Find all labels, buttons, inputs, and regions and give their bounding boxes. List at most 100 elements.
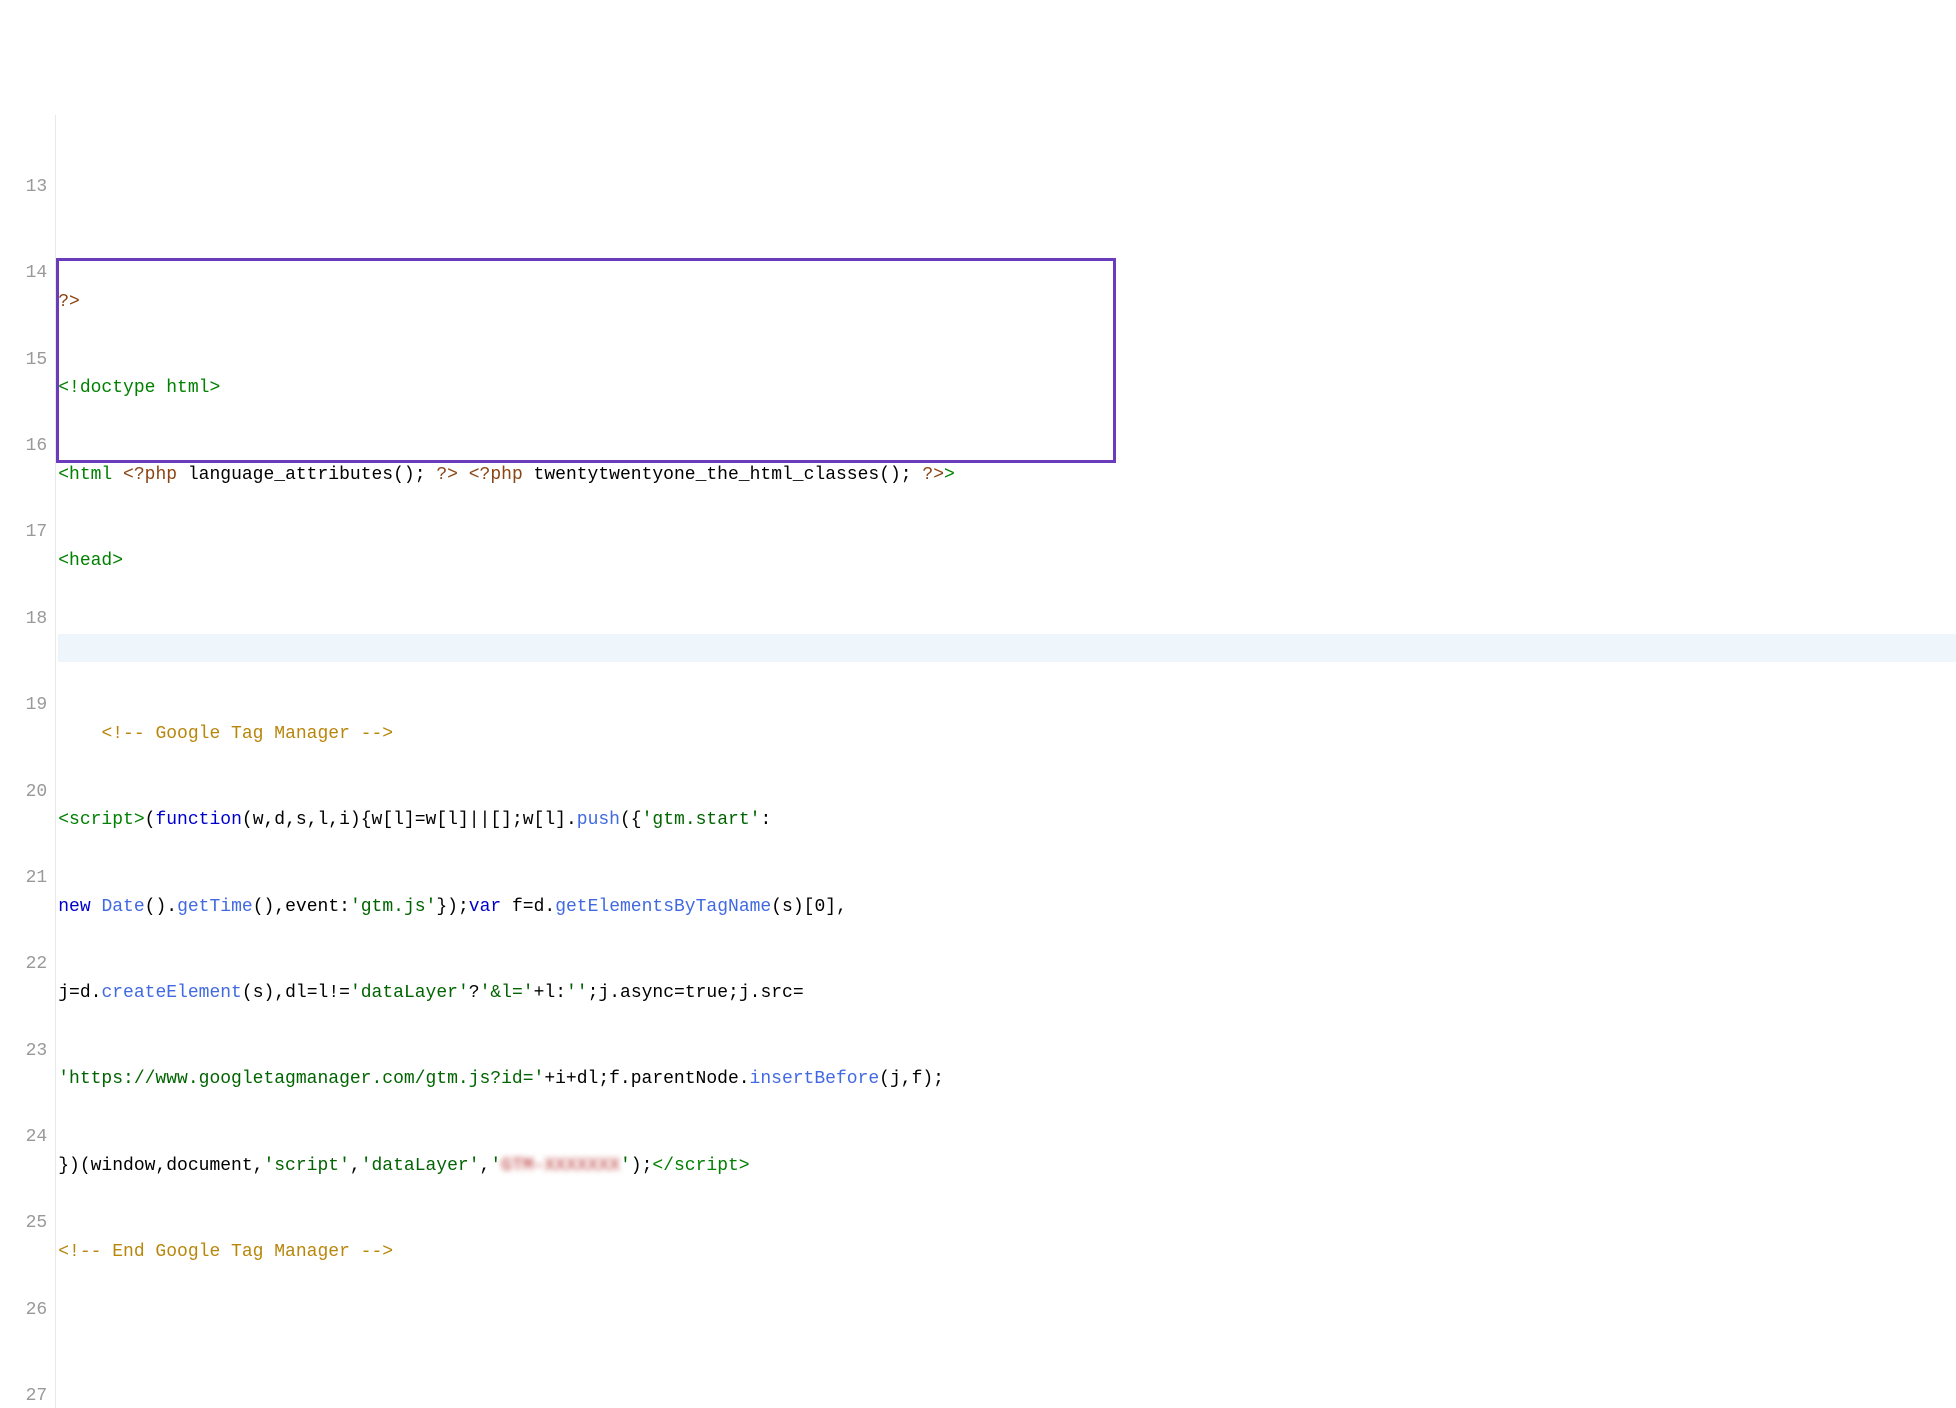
- js-code: f=d.: [501, 897, 555, 917]
- comma: ,: [350, 1156, 361, 1176]
- paren: (: [242, 810, 253, 830]
- string-literal: 'gtm.start': [642, 810, 761, 830]
- paren: );: [631, 1156, 653, 1176]
- js-code: w[l]=w[l]||[];w[l].: [372, 810, 577, 830]
- paren: ): [264, 983, 275, 1003]
- method-getelementsbytagname: getElementsByTagName: [555, 897, 771, 917]
- code-line[interactable]: <script>(function(w,d,s,l,i){w[l]=w[l]||…: [58, 806, 1956, 835]
- php-close-tag: ?>: [58, 292, 80, 312]
- html-open-tag: <html: [58, 465, 112, 485]
- line-number: 23: [4, 1037, 47, 1066]
- paren: ): [350, 810, 361, 830]
- space: [458, 465, 469, 485]
- code-line[interactable]: <!-- End Google Tag Manager -->: [58, 1238, 1956, 1267]
- code-line[interactable]: <html <?php language_attributes(); ?> <?…: [58, 461, 1956, 490]
- code-line[interactable]: [58, 202, 1956, 231]
- code-line-current[interactable]: [58, 634, 1956, 663]
- html-comment: <!-- End Google Tag Manager -->: [58, 1242, 393, 1262]
- tag-close: >: [944, 465, 955, 485]
- line-number: 24: [4, 1123, 47, 1152]
- js-code: +l:: [534, 983, 566, 1003]
- js-code: ,dl=l!=: [274, 983, 350, 1003]
- script-open-tag: <script>: [58, 810, 144, 830]
- line-number: 21: [4, 864, 47, 893]
- script-close-tag: </script>: [652, 1156, 749, 1176]
- code-line[interactable]: <!doctype html>: [58, 374, 1956, 403]
- keyword-new: new: [58, 897, 90, 917]
- params: w,d,s,l,i: [253, 810, 350, 830]
- code-line[interactable]: [58, 1325, 1956, 1354]
- code-line[interactable]: <!-- Google Tag Manager -->: [58, 720, 1956, 749]
- var-s: s: [253, 983, 264, 1003]
- php-code: language_attributes();: [177, 465, 436, 485]
- dot: .: [166, 897, 177, 917]
- string-url: 'https://www.googletagmanager.com/gtm.js…: [58, 1069, 544, 1089]
- php-open-tag: <?php: [123, 465, 177, 485]
- indent: [58, 724, 101, 744]
- code-line[interactable]: new Date().getTime(),event:'gtm.js'});va…: [58, 893, 1956, 922]
- brace: {: [631, 810, 642, 830]
- paren: (: [620, 810, 631, 830]
- quote: ': [490, 1156, 501, 1176]
- paren: (j,f);: [879, 1069, 944, 1089]
- code-line[interactable]: ?>: [58, 288, 1956, 317]
- code-line[interactable]: 'https://www.googletagmanager.com/gtm.js…: [58, 1065, 1956, 1094]
- code-line[interactable]: <head>: [58, 547, 1956, 576]
- js-code: })(window,document,: [58, 1156, 263, 1176]
- method-push: push: [577, 810, 620, 830]
- line-number: 20: [4, 778, 47, 807]
- line-number-gutter: 13 14 15 16 17 18 19 20 21 22 23 24 25 2…: [0, 115, 56, 1408]
- keyword-var: var: [469, 897, 501, 917]
- string-literal: 'dataLayer': [350, 983, 469, 1003]
- php-close-tag: ?>: [922, 465, 944, 485]
- gtm-id-redacted: GTM-XXXXXXX: [501, 1156, 620, 1176]
- ternary: ?: [469, 983, 480, 1003]
- quote: ': [620, 1156, 631, 1176]
- brace: {: [361, 810, 372, 830]
- string-literal: '&l=': [480, 983, 534, 1003]
- keyword-function: function: [155, 810, 241, 830]
- comma: ,: [274, 897, 285, 917]
- string-literal: 'gtm.js': [350, 897, 436, 917]
- string-literal: 'dataLayer': [361, 1156, 480, 1176]
- colon: :: [760, 810, 771, 830]
- line-number: 27: [4, 1382, 47, 1408]
- doctype-tag: <!doctype html>: [58, 378, 220, 398]
- line-number: 18: [4, 605, 47, 634]
- space: [91, 897, 102, 917]
- line-number: 16: [4, 432, 47, 461]
- string-literal: '': [566, 983, 588, 1003]
- close-brace: });: [436, 897, 468, 917]
- code-area[interactable]: ?> <!doctype html> <html <?php language_…: [56, 115, 1956, 1408]
- paren: (: [145, 810, 156, 830]
- line-number: 25: [4, 1209, 47, 1238]
- line-number: 26: [4, 1296, 47, 1325]
- paren: ): [793, 897, 804, 917]
- code-editor: 13 14 15 16 17 18 19 20 21 22 23 24 25 2…: [0, 115, 1956, 1408]
- paren: (: [242, 983, 253, 1003]
- line-number: 15: [4, 346, 47, 375]
- prop-event: event:: [285, 897, 350, 917]
- head-tag: <head>: [58, 551, 123, 571]
- index: [0],: [804, 897, 847, 917]
- class-date: Date: [101, 897, 144, 917]
- js-code: ;j.async=true;j.src=: [588, 983, 804, 1003]
- line-number: 13: [4, 173, 47, 202]
- method-createelement: createElement: [101, 983, 241, 1003]
- method-insertbefore: insertBefore: [750, 1069, 880, 1089]
- line-number: 14: [4, 259, 47, 288]
- line-number: 17: [4, 518, 47, 547]
- line-number: 22: [4, 950, 47, 979]
- js-code: j=d.: [58, 983, 101, 1003]
- code-line[interactable]: })(window,document,'script','dataLayer',…: [58, 1152, 1956, 1181]
- php-close-tag: ?>: [436, 465, 458, 485]
- php-code: twentytwentyone_the_html_classes();: [523, 465, 923, 485]
- paren: (: [771, 897, 782, 917]
- line-number: 19: [4, 691, 47, 720]
- php-open-tag: <?php: [469, 465, 523, 485]
- html-comment: <!-- Google Tag Manager -->: [101, 724, 393, 744]
- paren: (): [145, 897, 167, 917]
- code-line[interactable]: j=d.createElement(s),dl=l!='dataLayer'?'…: [58, 979, 1956, 1008]
- var-s: s: [782, 897, 793, 917]
- comma: ,: [480, 1156, 491, 1176]
